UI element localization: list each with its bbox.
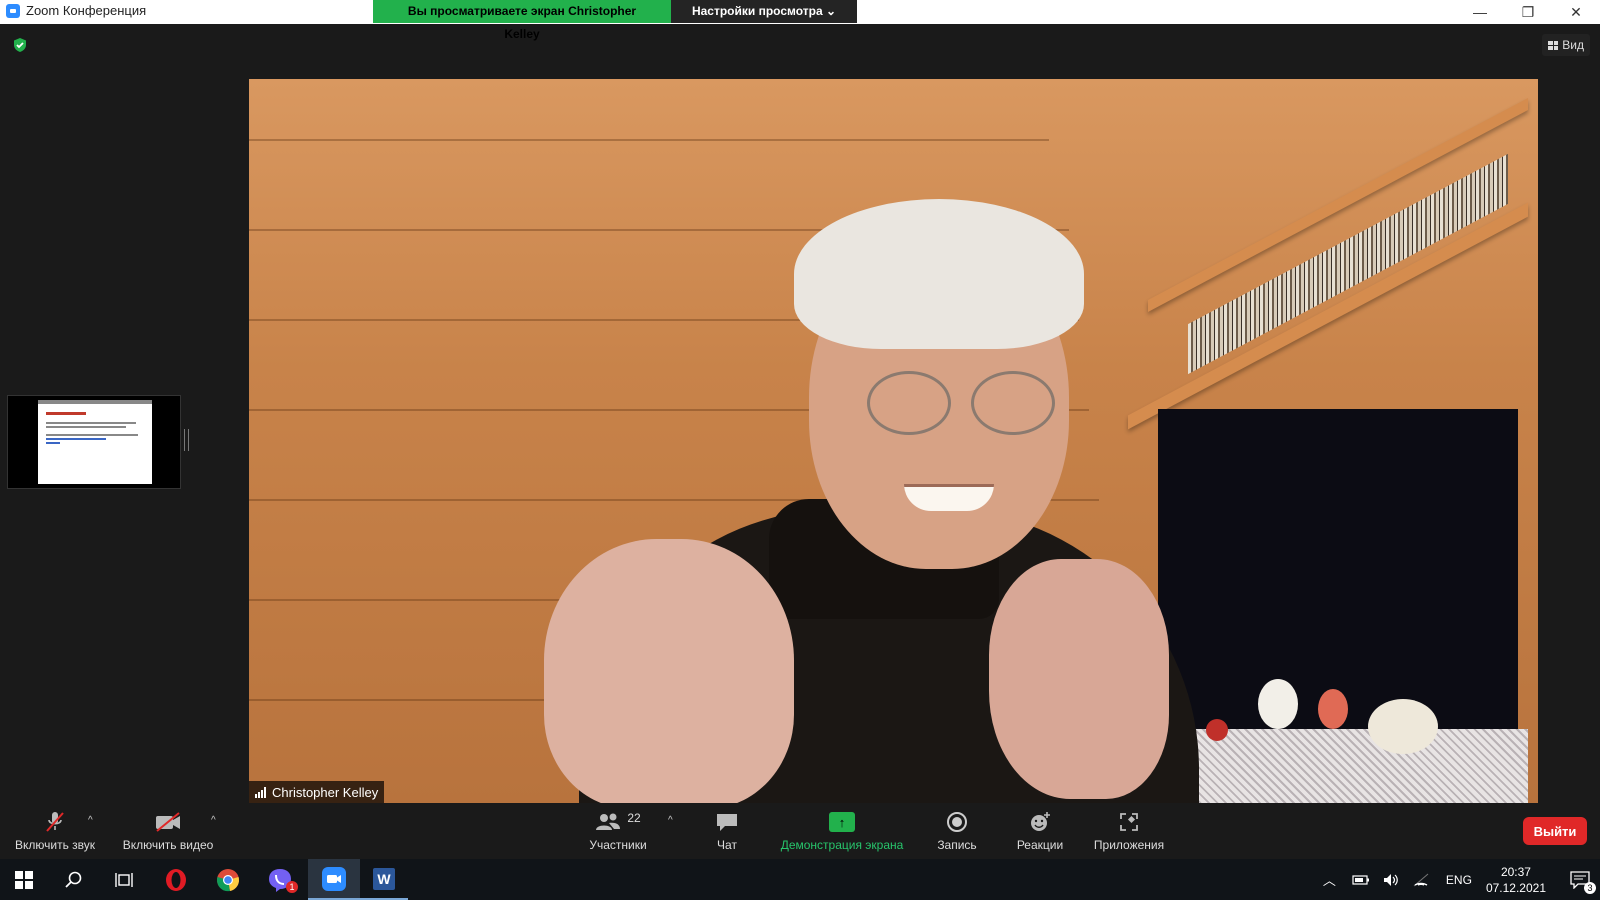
chrome-browser-icon (217, 868, 239, 891)
task-view-button[interactable] (100, 859, 148, 900)
muted-mic-icon (46, 812, 64, 832)
input-language[interactable]: ENG (1446, 873, 1472, 887)
apps-button[interactable]: Приложения (1088, 809, 1170, 852)
taskbar-word[interactable]: W (360, 859, 408, 900)
chat-button[interactable]: Чат (700, 809, 754, 852)
start-video-button[interactable]: Включить видео (118, 809, 218, 852)
video-options-caret[interactable]: ^ (211, 815, 216, 826)
audio-options-caret[interactable]: ^ (88, 815, 93, 826)
record-label: Запись (937, 838, 977, 852)
taskbar-viber[interactable]: 1 (256, 859, 304, 900)
share-screen-button[interactable]: ↑ Демонстрация экрана (774, 809, 910, 852)
start-button[interactable] (0, 859, 48, 900)
taskbar-zoom[interactable] (308, 859, 360, 900)
opera-browser-icon (166, 868, 186, 891)
participants-icon (596, 813, 621, 830)
view-settings-button[interactable]: Настройки просмотра ⌄ (671, 0, 857, 23)
task-view-icon (115, 872, 133, 887)
windows-taskbar: 1 W ︿ ENG 20:37 07.12.2021 3 (0, 859, 1600, 900)
participants-button[interactable]: 22 Участники (583, 809, 653, 852)
zoom-app-icon (322, 866, 346, 891)
clock-date: 07.12.2021 (1485, 880, 1546, 895)
share-screen-icon: ↑ (829, 812, 855, 832)
reactions-smile-icon (1031, 812, 1050, 831)
volume-icon[interactable] (1382, 872, 1400, 888)
grid-view-icon (1548, 40, 1559, 50)
search-icon (65, 871, 82, 888)
zoom-logo-icon (6, 3, 20, 18)
taskbar-opera[interactable] (152, 859, 200, 900)
tray-overflow-chevron-icon[interactable]: ︿ (1323, 870, 1336, 889)
participant-name: Christopher Kelley (272, 784, 379, 800)
reactions-label: Реакции (1016, 838, 1064, 852)
start-video-label: Включить видео (122, 838, 214, 852)
restore-button[interactable]: ❐ (1504, 0, 1552, 24)
leave-meeting-button[interactable]: Выйти (1523, 817, 1587, 845)
word-icon-letter: W (377, 870, 391, 887)
share-screen-label: Демонстрация экрана (780, 838, 904, 852)
close-button[interactable]: ✕ (1552, 0, 1600, 24)
window-controls: — ❐ ✕ (1456, 0, 1600, 24)
viber-unread-badge: 1 (286, 881, 298, 893)
battery-icon[interactable] (1352, 874, 1370, 886)
speaker-video (249, 79, 1538, 803)
clock-time: 20:37 (1500, 864, 1531, 879)
panel-resize-handle[interactable] (184, 429, 189, 451)
app-title-group: Zoom Конференция (6, 3, 146, 18)
windows-logo-icon (15, 870, 33, 889)
taskbar-clock[interactable]: 20:37 07.12.2021 (1486, 864, 1546, 896)
security-shield-icon[interactable] (12, 37, 28, 53)
slide-preview (38, 400, 152, 484)
chat-label: Чат (717, 838, 737, 852)
apps-icon (1120, 813, 1138, 831)
video-off-icon (156, 812, 180, 832)
notification-count: 3 (1584, 882, 1596, 894)
taskbar-chrome[interactable] (204, 859, 252, 900)
record-icon (947, 812, 967, 832)
title-bar: Zoom Конференция Вы просматриваете экран… (0, 0, 1600, 41)
participants-options-caret[interactable]: ^ (668, 815, 673, 826)
meeting-toolbar: Включить звук ^ Включить видео ^ 22 Учас… (0, 803, 1600, 859)
chat-icon (717, 814, 737, 831)
system-tray: ︿ ENG 20:37 07.12.2021 3 (1313, 859, 1600, 900)
search-button[interactable] (50, 859, 98, 900)
apps-label: Приложения (1093, 838, 1165, 852)
share-banner: Вы просматриваете экран Christopher Kell… (373, 0, 857, 41)
connection-signal-icon (255, 786, 266, 798)
shared-screen-thumbnail[interactable] (7, 395, 181, 489)
minimize-button[interactable]: — (1456, 0, 1504, 24)
reactions-button[interactable]: Реакции (1010, 809, 1070, 852)
network-wifi-icon[interactable] (1412, 872, 1430, 888)
view-label: Вид (1562, 38, 1584, 52)
participant-count: 22 (627, 811, 641, 825)
action-center-button[interactable]: 3 (1560, 859, 1600, 900)
participants-label: Участники (589, 838, 647, 852)
unmute-label: Включить звук (14, 838, 96, 852)
view-button[interactable]: Вид (1542, 34, 1590, 56)
app-title: Zoom Конференция (26, 3, 147, 18)
word-app-icon: W (373, 867, 395, 890)
share-status-text: Вы просматриваете экран Christopher Kell… (373, 0, 671, 41)
unmute-button[interactable]: Включить звук (10, 809, 100, 852)
record-button[interactable]: Запись (928, 809, 986, 852)
participant-name-tag: Christopher Kelley (249, 781, 385, 803)
